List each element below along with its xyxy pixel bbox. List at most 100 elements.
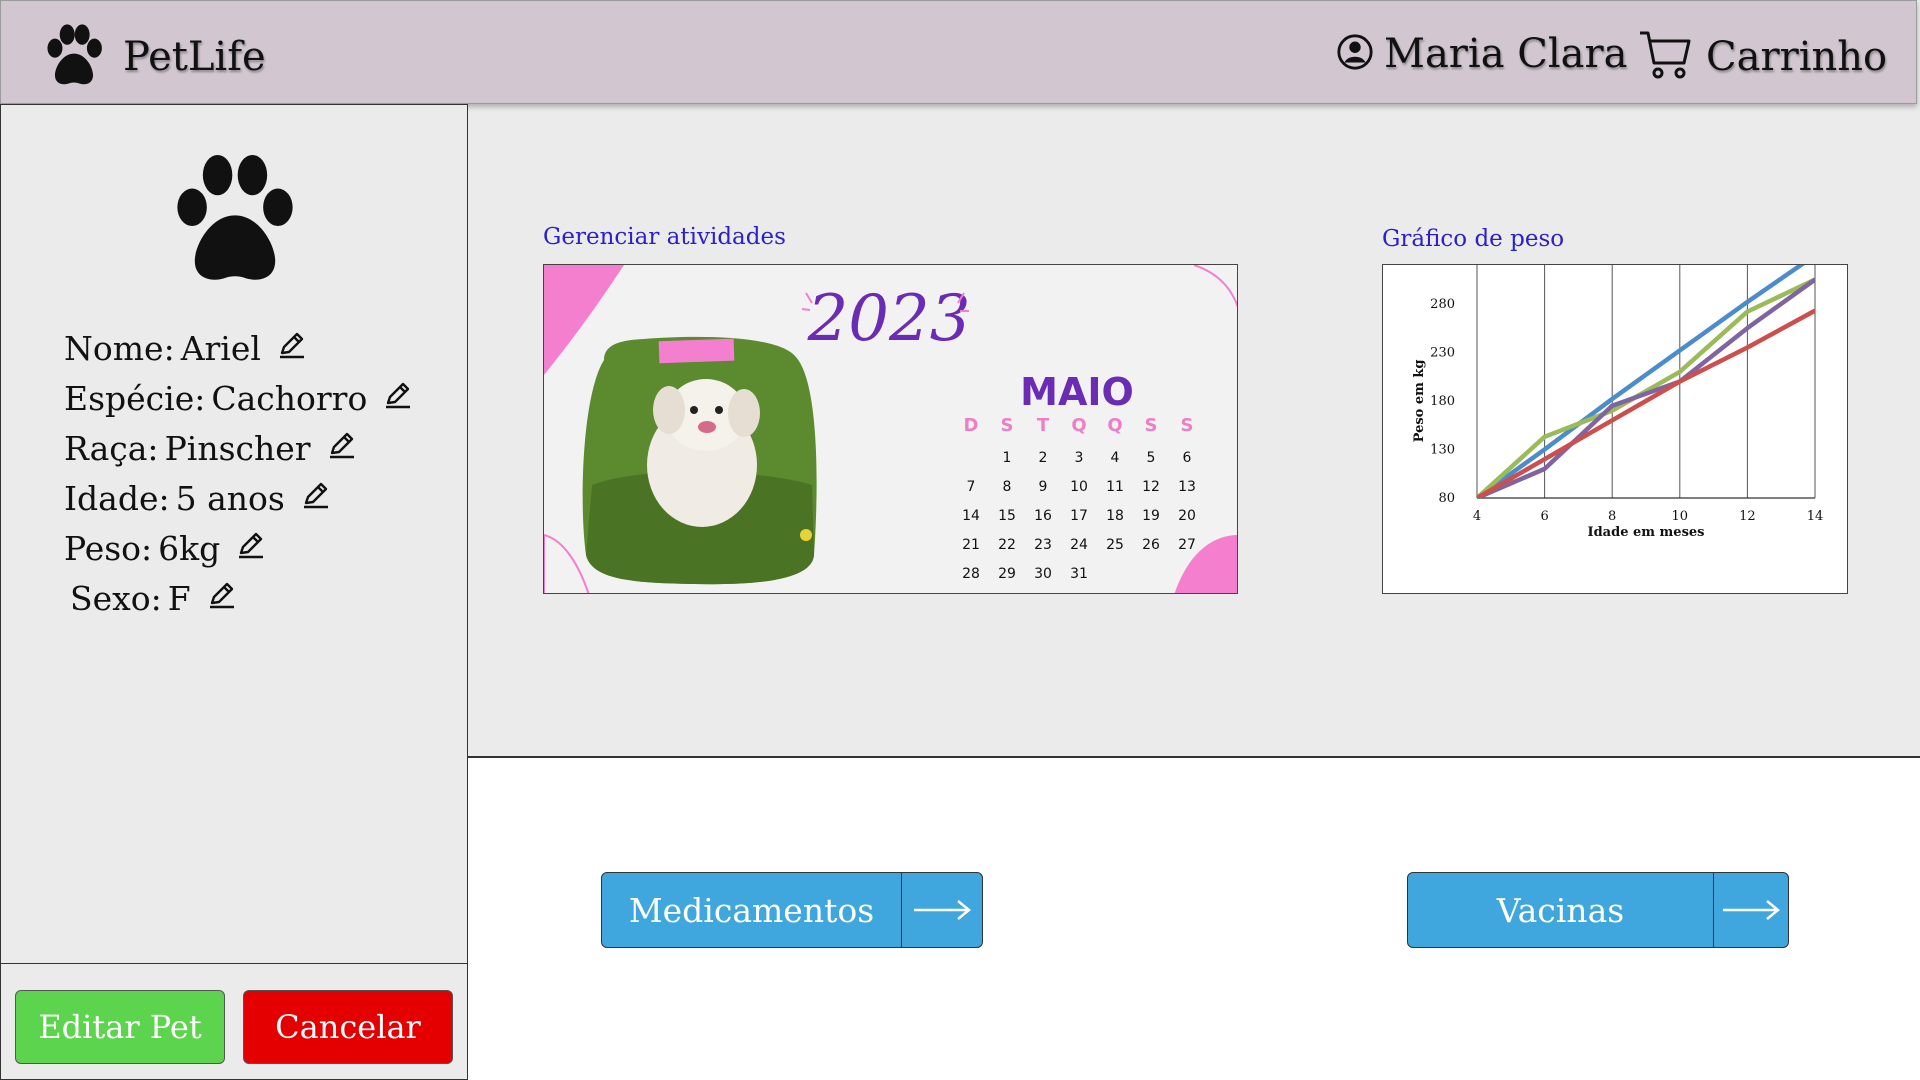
y-tick-label: 80: [1438, 491, 1455, 506]
cancel-button[interactable]: Cancelar: [243, 990, 453, 1064]
medicamentos-button[interactable]: Medicamentos: [601, 872, 983, 948]
calendar-year: 2023: [807, 282, 971, 356]
x-tick-label: 14: [1807, 509, 1824, 524]
calendar-day[interactable]: 18: [1106, 508, 1124, 524]
chart-series-line: [1477, 277, 1815, 498]
calendar-weekday: Q: [1107, 415, 1122, 436]
x-tick-label: 6: [1540, 509, 1548, 524]
field-value: Cachorro: [211, 378, 368, 418]
field-peso: Peso: 6kg: [64, 523, 413, 573]
field-label: Espécie:: [64, 378, 206, 418]
chart-series-line: [1477, 265, 1805, 498]
top-bar: PetLife Maria Clara Carrinho: [0, 0, 1917, 104]
chart-series-line: [1477, 308, 1815, 498]
field-idade: Idade: 5 anos: [64, 473, 413, 523]
sidebar-divider: [1, 963, 467, 964]
calendar-month: MAIO: [1020, 370, 1134, 414]
field-label: Raça:: [64, 428, 159, 468]
field-label: Peso:: [64, 528, 153, 568]
edit-pencil-icon[interactable]: [327, 429, 357, 468]
cart-icon: [1638, 29, 1692, 85]
x-tick-label: 12: [1739, 509, 1756, 524]
calendar-day[interactable]: 4: [1111, 450, 1120, 466]
calendar-day[interactable]: 31: [1070, 566, 1088, 582]
activities-title[interactable]: Gerenciar atividades: [543, 224, 786, 250]
pet-sidebar: Nome: Ariel Espécie: Cachorro Raça: Pins…: [0, 104, 468, 1080]
calendar-day[interactable]: 13: [1178, 479, 1196, 495]
calendar-weekday: Q: [1071, 415, 1086, 436]
calendar-day[interactable]: 30: [1034, 566, 1052, 582]
calendar-day[interactable]: 6: [1183, 450, 1192, 466]
calendar-day[interactable]: 3: [1075, 450, 1084, 466]
field-value: Ariel: [180, 328, 261, 368]
calendar-day[interactable]: 15: [998, 508, 1016, 524]
field-label: Idade:: [64, 478, 170, 518]
calendar-day[interactable]: 5: [1147, 450, 1156, 466]
y-axis-label: Peso em kg: [1412, 359, 1427, 442]
y-tick-label: 230: [1430, 345, 1455, 360]
cart-label: Carrinho: [1706, 34, 1888, 80]
field-raca: Raça: Pinscher: [64, 423, 413, 473]
y-tick-label: 280: [1430, 297, 1455, 312]
brand[interactable]: PetLife: [39, 21, 266, 93]
calendar-day[interactable]: 12: [1142, 479, 1160, 495]
x-axis-label: Idade em meses: [1588, 525, 1705, 540]
activity-calendar[interactable]: 2023 MAIO D S T Q Q S S 1 2 3 4 5 6 7 8 9 10 11 12 13 14 15 16…: [543, 264, 1238, 594]
field-value: 5 anos: [175, 478, 285, 518]
edit-pencil-icon[interactable]: [236, 529, 266, 568]
calendar-day[interactable]: 21: [962, 537, 980, 553]
calendar-day[interactable]: 2: [1039, 450, 1048, 466]
field-value: Pinscher: [164, 428, 311, 468]
field-especie: Espécie: Cachorro: [64, 373, 413, 423]
calendar-day[interactable]: 17: [1070, 508, 1088, 524]
field-value: 6kg: [158, 528, 221, 568]
calendar-day[interactable]: 16: [1034, 508, 1052, 524]
user-avatar-icon: [1336, 33, 1374, 75]
x-tick-label: 4: [1473, 509, 1481, 524]
calendar-day[interactable]: 19: [1142, 508, 1160, 524]
calendar-day[interactable]: 8: [1003, 479, 1012, 495]
calendar-weekday: T: [1037, 415, 1050, 436]
calendar-day[interactable]: 11: [1106, 479, 1124, 495]
calendar-day[interactable]: 9: [1039, 479, 1048, 495]
calendar-day[interactable]: 23: [1034, 537, 1052, 553]
y-tick-label: 130: [1430, 442, 1455, 457]
arrow-right-icon: [1713, 873, 1788, 947]
vacinas-label: Vacinas: [1496, 890, 1625, 930]
calendar-day[interactable]: 27: [1178, 537, 1196, 553]
arrow-right-icon: [901, 873, 982, 947]
cart-button[interactable]: Carrinho: [1638, 29, 1887, 85]
calendar-day[interactable]: 24: [1070, 537, 1088, 553]
calendar-day[interactable]: 25: [1106, 537, 1124, 553]
edit-pet-button[interactable]: Editar Pet: [15, 990, 225, 1064]
calendar-day[interactable]: 14: [962, 508, 980, 524]
calendar-day[interactable]: 29: [998, 566, 1016, 582]
field-label: Nome:: [64, 328, 175, 368]
edit-pencil-icon[interactable]: [301, 479, 331, 518]
pet-info-list: Nome: Ariel Espécie: Cachorro Raça: Pins…: [64, 323, 413, 623]
edit-pencil-icon[interactable]: [207, 579, 237, 618]
field-label: Sexo:: [70, 578, 162, 618]
user-name: Maria Clara: [1384, 31, 1628, 77]
user-menu[interactable]: Maria Clara: [1336, 31, 1628, 77]
field-value: F: [167, 578, 191, 618]
vacinas-button[interactable]: Vacinas: [1407, 872, 1789, 948]
calendar-day[interactable]: 26: [1142, 537, 1160, 553]
y-tick-label: 180: [1430, 394, 1455, 409]
x-tick-label: 8: [1608, 509, 1616, 524]
calendar-day[interactable]: 1: [1003, 450, 1012, 466]
calendar-weekday: S: [1145, 415, 1158, 436]
edit-pencil-icon[interactable]: [277, 329, 307, 368]
medicamentos-label: Medicamentos: [628, 890, 875, 930]
calendar-day[interactable]: 20: [1178, 508, 1196, 524]
calendar-weekday: D: [964, 415, 979, 436]
calendar-day[interactable]: 28: [962, 566, 980, 582]
weight-chart-title[interactable]: Gráfico de peso: [1382, 226, 1564, 252]
calendar-weekday: S: [1181, 415, 1194, 436]
calendar-day[interactable]: 22: [998, 537, 1016, 553]
x-tick-label: 10: [1672, 509, 1689, 524]
paw-logo-icon: [39, 21, 109, 93]
calendar-day[interactable]: 7: [967, 479, 976, 495]
calendar-day[interactable]: 10: [1070, 479, 1088, 495]
edit-pencil-icon[interactable]: [383, 379, 413, 418]
